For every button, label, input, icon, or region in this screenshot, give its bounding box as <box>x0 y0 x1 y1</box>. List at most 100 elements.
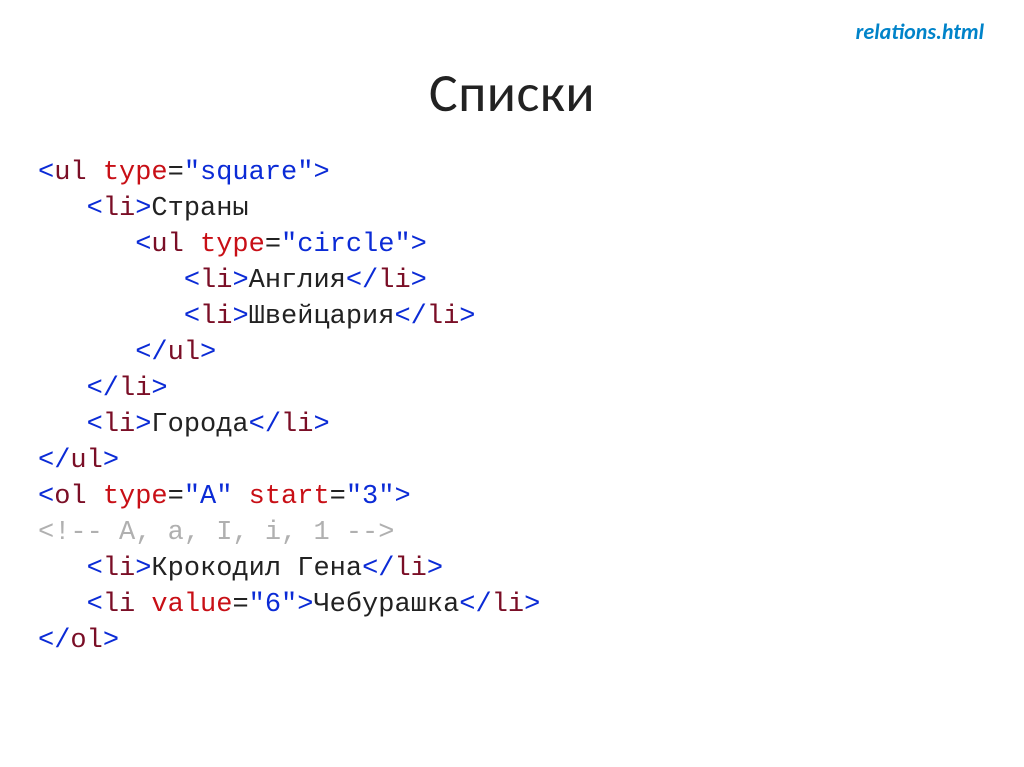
attr-name: type <box>103 158 168 188</box>
indent <box>38 554 87 584</box>
indent <box>38 302 184 332</box>
code-block: <ul type="square"> <li>Страны <ul type="… <box>38 155 986 659</box>
code-line-9: </ul> <box>38 446 119 476</box>
bracket-close: > <box>200 338 216 368</box>
bracket-close: > <box>232 302 248 332</box>
code-line-11: <!-- A, a, I, i, 1 --> <box>38 518 394 548</box>
space <box>184 230 200 260</box>
space <box>87 158 103 188</box>
comment: <!-- A, a, I, i, 1 --> <box>38 518 394 548</box>
bracket-open: </ <box>38 446 70 476</box>
tag-name: li <box>119 374 151 404</box>
text-content: Чебурашка <box>313 590 459 620</box>
bracket-close: > <box>313 410 329 440</box>
bracket-open: </ <box>459 590 491 620</box>
attr-name: type <box>200 230 265 260</box>
bracket-open: < <box>184 302 200 332</box>
bracket-close: > <box>135 194 151 224</box>
code-line-1: <ul type="square"> <box>38 158 330 188</box>
equals: = <box>330 482 346 512</box>
text-content: Города <box>151 410 248 440</box>
tag-name: ol <box>70 626 102 656</box>
bracket-close: > <box>411 230 427 260</box>
code-line-5: <li>Швейцария</li> <box>38 302 475 332</box>
attr-name: value <box>151 590 232 620</box>
attr-value: "A" <box>184 482 233 512</box>
bracket-open: </ <box>394 302 426 332</box>
bracket-close: > <box>459 302 475 332</box>
equals: = <box>168 158 184 188</box>
tag-name: li <box>281 410 313 440</box>
bracket-close: > <box>135 410 151 440</box>
equals: = <box>168 482 184 512</box>
code-line-6: </ul> <box>38 338 216 368</box>
file-link-label: relations.html <box>856 18 984 45</box>
equals: = <box>265 230 281 260</box>
bracket-open: </ <box>249 410 281 440</box>
bracket-open: < <box>38 158 54 188</box>
indent <box>38 338 135 368</box>
attr-value: "6" <box>249 590 298 620</box>
tag-name: li <box>103 590 135 620</box>
text-content: Крокодил Гена <box>151 554 362 584</box>
code-line-2: <li>Страны <box>38 194 249 224</box>
code-line-10: <ol type="A" start="3"> <box>38 482 411 512</box>
bracket-open: < <box>87 410 103 440</box>
bracket-close: > <box>103 626 119 656</box>
tag-name: li <box>103 410 135 440</box>
bracket-open: < <box>135 230 151 260</box>
attr-value: "square" <box>184 158 314 188</box>
tag-name: ul <box>70 446 102 476</box>
tag-name: li <box>200 266 232 296</box>
tag-name: li <box>103 194 135 224</box>
bracket-open: </ <box>362 554 394 584</box>
slide-title: Списки <box>0 60 1024 126</box>
tag-name: li <box>427 302 459 332</box>
tag-name: ul <box>168 338 200 368</box>
bracket-open: < <box>87 554 103 584</box>
slide: relations.html Списки <ul type="square">… <box>0 0 1024 767</box>
tag-name: ol <box>54 482 86 512</box>
equals: = <box>232 590 248 620</box>
space <box>87 482 103 512</box>
tag-name: li <box>492 590 524 620</box>
bracket-close: > <box>103 446 119 476</box>
bracket-close: > <box>427 554 443 584</box>
indent <box>38 590 87 620</box>
bracket-open: </ <box>87 374 119 404</box>
bracket-close: > <box>232 266 248 296</box>
bracket-open: </ <box>346 266 378 296</box>
bracket-open: < <box>87 590 103 620</box>
code-line-14: </ol> <box>38 626 119 656</box>
code-line-4: <li>Англия</li> <box>38 266 427 296</box>
bracket-close: > <box>135 554 151 584</box>
tag-name: ul <box>151 230 183 260</box>
indent <box>38 266 184 296</box>
bracket-open: < <box>184 266 200 296</box>
space <box>232 482 248 512</box>
indent <box>38 194 87 224</box>
attr-name: start <box>249 482 330 512</box>
tag-name: li <box>103 554 135 584</box>
bracket-close: > <box>524 590 540 620</box>
space <box>135 590 151 620</box>
tag-name: ul <box>54 158 86 188</box>
bracket-close: > <box>394 482 410 512</box>
code-line-8: <li>Города</li> <box>38 410 330 440</box>
text-content: Швейцария <box>249 302 395 332</box>
text-content: Страны <box>151 194 248 224</box>
bracket-open: < <box>87 194 103 224</box>
code-line-12: <li>Крокодил Гена</li> <box>38 554 443 584</box>
code-line-13: <li value="6">Чебурашка</li> <box>38 590 540 620</box>
bracket-close: > <box>151 374 167 404</box>
text-content: Англия <box>249 266 346 296</box>
bracket-close: > <box>297 590 313 620</box>
indent <box>38 374 87 404</box>
bracket-open: </ <box>135 338 167 368</box>
attr-value: "circle" <box>281 230 411 260</box>
attr-name: type <box>103 482 168 512</box>
code-line-3: <ul type="circle"> <box>38 230 427 260</box>
attr-value: "3" <box>346 482 395 512</box>
tag-name: li <box>200 302 232 332</box>
tag-name: li <box>394 554 426 584</box>
